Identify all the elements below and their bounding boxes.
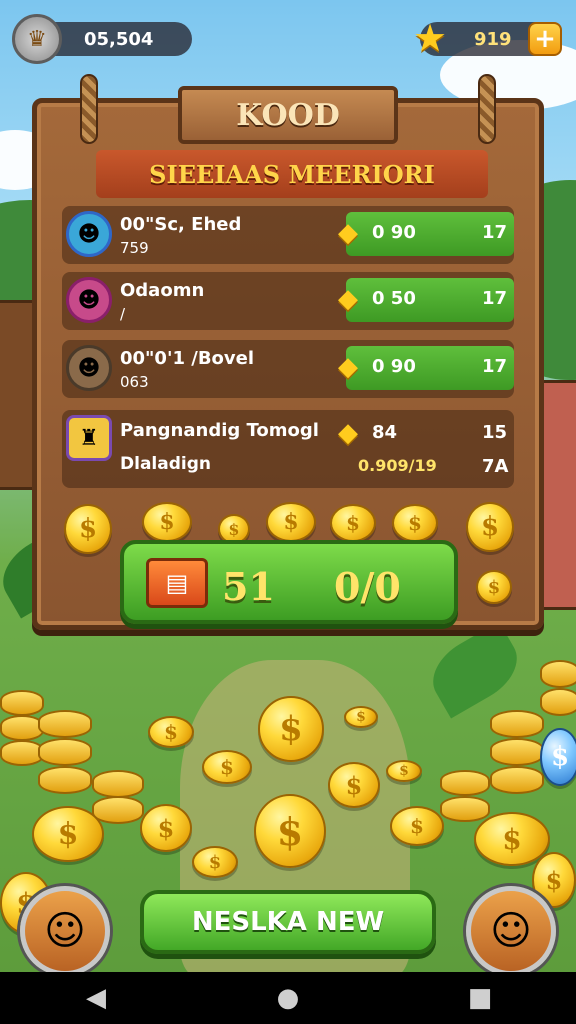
android-navbar: ◀ ● ■ — [0, 972, 576, 1024]
row-rank: 17 — [482, 222, 508, 243]
coin-stack — [38, 766, 92, 794]
coin-icon: $ — [32, 806, 104, 862]
player-avatar-right[interactable]: ☺ — [466, 886, 556, 976]
coin-icon: $ — [476, 570, 512, 604]
coin-icon: $ — [344, 706, 378, 728]
coin-icon: $ — [330, 504, 376, 542]
gold-gem-icon: ◆ — [338, 418, 358, 448]
coin-stack — [38, 710, 92, 738]
row-value: 0 50 — [372, 288, 416, 309]
board-title: KOOD — [178, 86, 398, 144]
coin-stack — [440, 796, 490, 822]
leaderboard-row[interactable]: ☻ 00"Sc, Ehed 759 ◆ 0 90 17 — [62, 206, 514, 264]
leaf — [421, 621, 529, 719]
coin-stack — [490, 710, 544, 738]
row-rank: 17 — [482, 288, 508, 309]
back-icon[interactable]: ◀ — [66, 983, 126, 1013]
coin-icon: $ — [390, 806, 444, 846]
coin-icon: $ — [142, 502, 192, 542]
player-name: Pangnandig Tomogl — [120, 420, 319, 441]
coin-icon: $ — [64, 504, 112, 554]
blue-coin-icon: $ — [540, 728, 576, 786]
coin-stack — [92, 796, 144, 824]
coin-icon: $ — [392, 504, 438, 542]
row-rank-secondary: 7A — [482, 456, 509, 477]
neslka-new-button[interactable]: NESLKA NEW — [140, 890, 436, 954]
treasure-chest-icon: ▤ — [146, 558, 208, 608]
player-score: Dlaladign — [120, 454, 211, 474]
row-value: 0 90 — [372, 222, 416, 243]
player-name: 00"Sc, Ehed — [120, 214, 242, 235]
player-avatar-icon: ☻ — [66, 277, 112, 323]
coin-icon: $ — [202, 750, 252, 784]
coin-stack — [490, 738, 544, 766]
player-name: 00"0'1 /Bovel — [120, 348, 255, 369]
add-stars-button[interactable]: + — [528, 22, 562, 56]
treasure-icon: ♜ — [66, 415, 112, 461]
row-value-secondary: 0.909/19 — [358, 456, 437, 475]
coin-stack — [540, 660, 576, 688]
reward-bar[interactable]: ▤ 51 0/0 — [120, 540, 458, 624]
rope — [80, 74, 98, 144]
player-avatar-icon: ☻ — [66, 211, 112, 257]
player-score: 063 — [120, 373, 149, 391]
row-value: 0 90 — [372, 356, 416, 377]
player-name: Odaomn — [120, 280, 205, 301]
coin-icon: $ — [148, 716, 194, 748]
coin-stack — [0, 690, 44, 716]
recents-icon[interactable]: ■ — [450, 983, 510, 1013]
coin-icon: $ — [254, 794, 326, 868]
coin-icon: $ — [266, 502, 316, 542]
coin-icon: $ — [192, 846, 238, 878]
row-rank: 17 — [482, 356, 508, 377]
coin-stack — [490, 766, 544, 794]
coin-icon: $ — [466, 502, 514, 552]
leaderboard-row-special[interactable]: ♜ Pangnandig Tomogl Dlaladign ◆ 84 15 0.… — [62, 410, 514, 488]
coin-icon: $ — [328, 762, 380, 808]
coin-stack — [540, 688, 576, 716]
leaderboard-row[interactable]: ☻ 00"0'1 /Bovel 063 ◆ 0 90 17 — [62, 340, 514, 398]
player-score: 759 — [120, 239, 149, 257]
reward-value-1: 51 — [222, 564, 275, 609]
coin-stack — [38, 738, 92, 766]
leaderboard-row[interactable]: ☻ Odaomn / ◆ 0 50 17 — [62, 272, 514, 330]
coin-icon: $ — [140, 804, 192, 852]
player-avatar-left[interactable]: ☺ — [20, 886, 110, 976]
crown-icon[interactable]: ♛ — [12, 14, 62, 64]
gold-gem-icon: ◆ — [338, 218, 358, 248]
player-avatar-icon: ☻ — [66, 345, 112, 391]
player-score: / — [120, 305, 126, 323]
coin-icon: $ — [258, 696, 324, 762]
gold-gem-icon: ◆ — [338, 352, 358, 382]
star-value: 919 — [474, 28, 512, 50]
score-value: 05,504 — [84, 28, 154, 50]
reward-value-2: 0/0 — [334, 564, 401, 609]
board-banner: SIEEIAAS MEERIORI — [96, 150, 488, 198]
coin-icon: $ — [386, 760, 422, 782]
rope — [478, 74, 496, 144]
coin-stack — [92, 770, 144, 798]
hut — [540, 380, 576, 610]
coin-stack — [440, 770, 490, 796]
row-rank: 15 — [482, 422, 508, 443]
gold-gem-icon: ◆ — [338, 284, 358, 314]
home-icon[interactable]: ● — [258, 983, 318, 1013]
star-icon: ★ — [412, 16, 448, 60]
row-value: 84 — [372, 422, 398, 443]
